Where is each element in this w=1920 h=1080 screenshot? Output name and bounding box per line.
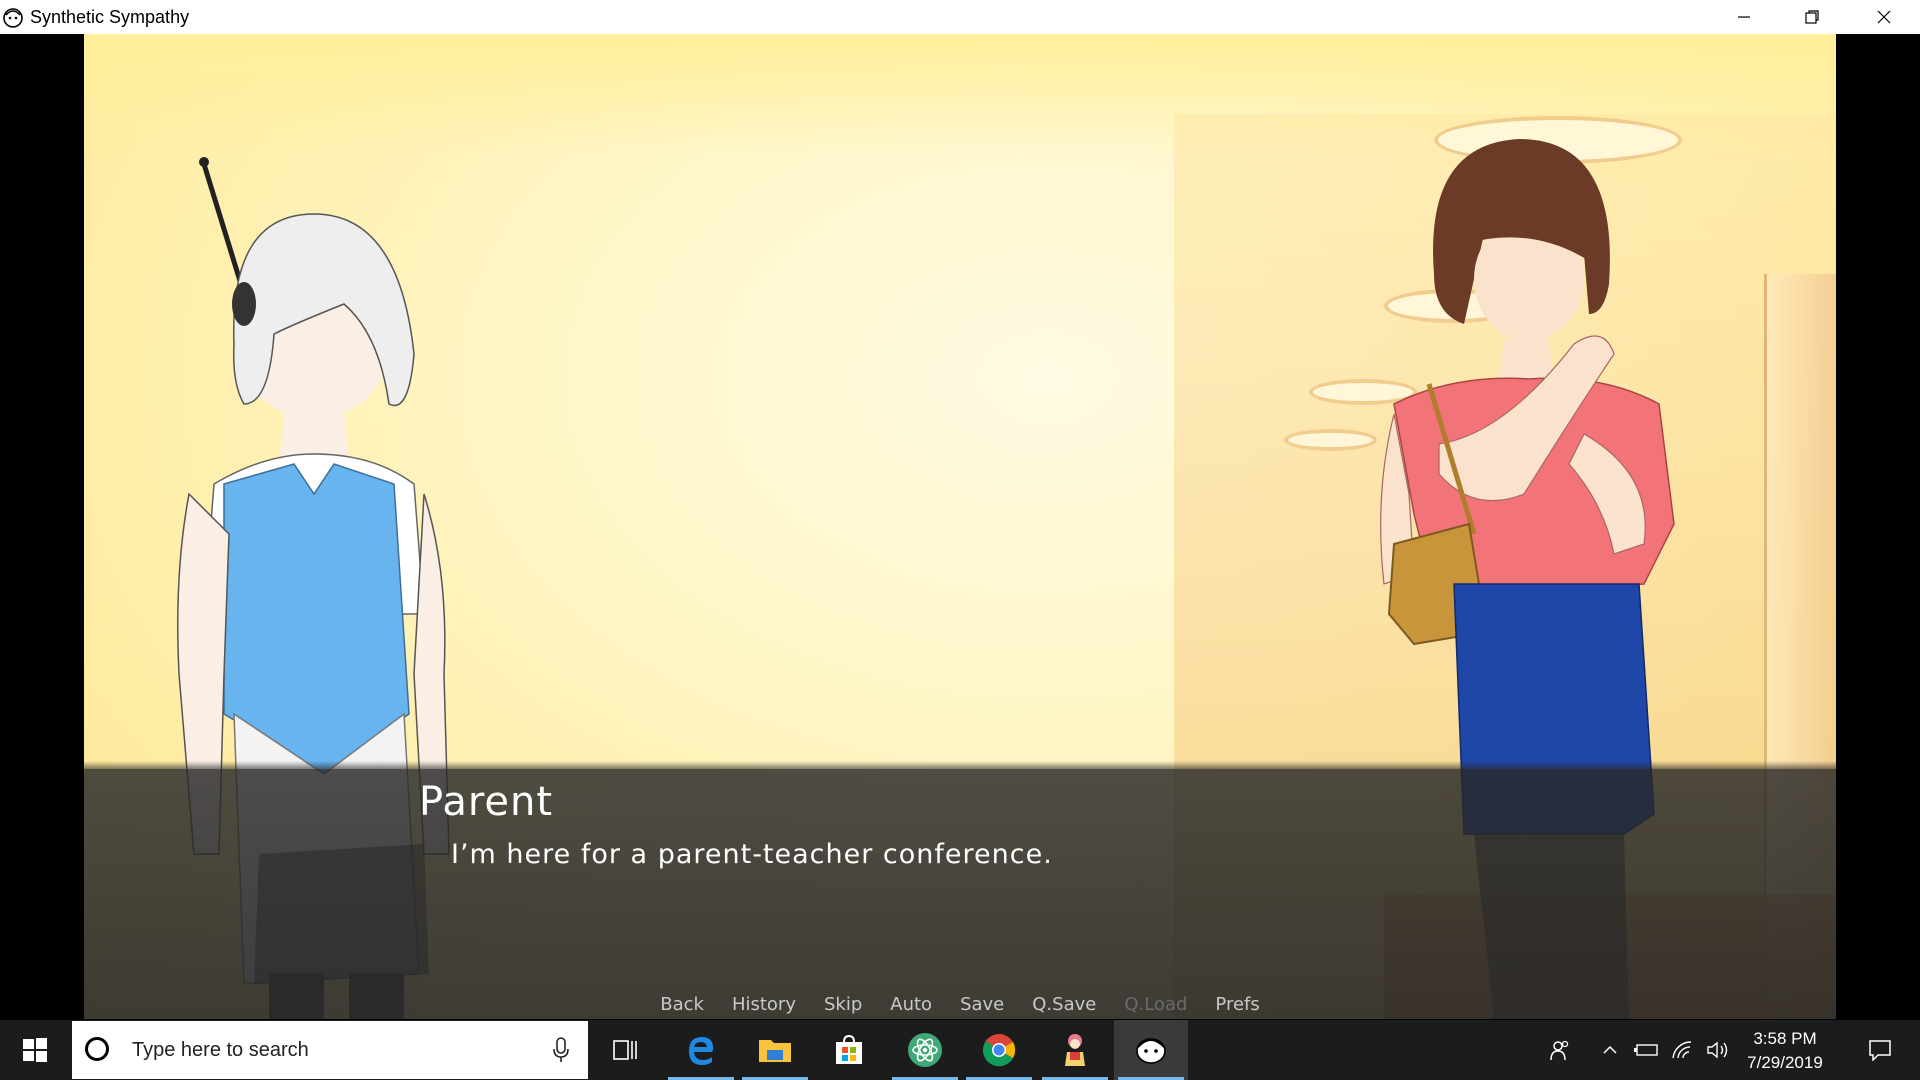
taskbar-store[interactable] xyxy=(812,1020,886,1080)
dialogue-text: I’m here for a parent-teacher conference… xyxy=(451,839,1053,870)
clock[interactable]: 3:58 PM 7/29/2019 xyxy=(1735,1020,1835,1080)
game-character-icon xyxy=(1065,1034,1085,1066)
wifi-button[interactable] xyxy=(1666,1020,1698,1080)
restore-icon xyxy=(1805,10,1819,24)
show-hidden-icons-button[interactable] xyxy=(1595,1020,1625,1080)
clock-time: 3:58 PM xyxy=(1753,1029,1817,1048)
synthetic-sympathy-icon xyxy=(1136,1038,1166,1064)
taskbar-file-explorer[interactable] xyxy=(738,1020,812,1080)
chrome-icon xyxy=(983,1034,1016,1067)
edge-icon xyxy=(689,1037,714,1065)
clock-date: 7/29/2019 xyxy=(1747,1053,1823,1072)
search-box[interactable]: Type here to search xyxy=(72,1021,588,1079)
search-placeholder: Type here to search xyxy=(132,1039,309,1061)
battery-icon xyxy=(1634,1044,1658,1056)
synthetic-sympathy-icon xyxy=(3,8,23,28)
battery-button[interactable] xyxy=(1630,1020,1662,1080)
quick-menu-skip[interactable]: Skip xyxy=(824,994,862,1018)
close-icon xyxy=(1877,10,1891,24)
task-view-button[interactable] xyxy=(588,1020,662,1080)
start-button[interactable] xyxy=(0,1020,70,1080)
window-title: Synthetic Sympathy xyxy=(30,7,190,27)
speaker-name: Parent xyxy=(419,779,554,825)
atom-icon xyxy=(908,1033,942,1067)
action-center-button[interactable] xyxy=(1850,1020,1910,1080)
quick-menu-save[interactable]: Save xyxy=(960,994,1004,1018)
taskbar-synthetic-sympathy[interactable] xyxy=(1114,1020,1188,1080)
minimize-button[interactable] xyxy=(1710,0,1778,34)
taskbar-game-character[interactable] xyxy=(1038,1020,1112,1080)
windows-logo-icon xyxy=(23,1038,47,1062)
minimize-icon xyxy=(1738,16,1750,18)
store-icon xyxy=(836,1034,862,1064)
quick-menu-prefs[interactable]: Prefs xyxy=(1215,994,1259,1018)
taskbar: Type here to search 3:58 PM 7/29/2019 xyxy=(0,1020,1920,1080)
game-viewport[interactable]: Parent I’m here for a parent-teacher con… xyxy=(84,34,1836,1019)
taskbar-chrome[interactable] xyxy=(962,1020,1036,1080)
quick-menu: Back History Skip Auto Save Q.Save Q.Loa… xyxy=(84,994,1836,1018)
window-title-bar: Synthetic Sympathy xyxy=(0,0,1920,34)
volume-button[interactable] xyxy=(1702,1020,1734,1080)
chevron-up-icon xyxy=(1603,1045,1617,1054)
action-center-icon xyxy=(1869,1040,1891,1061)
taskbar-edge[interactable] xyxy=(664,1020,738,1080)
cortana-icon xyxy=(85,1037,109,1061)
task-view-icon xyxy=(613,1040,637,1060)
taskbar-atom[interactable] xyxy=(888,1020,962,1080)
people-button[interactable] xyxy=(1540,1020,1580,1080)
quick-menu-history[interactable]: History xyxy=(732,994,796,1018)
people-icon xyxy=(1550,1040,1569,1061)
quick-menu-qsave[interactable]: Q.Save xyxy=(1032,994,1096,1018)
file-explorer-icon xyxy=(759,1040,791,1062)
microphone-icon[interactable] xyxy=(552,1037,570,1063)
dialogue-box[interactable]: Parent I’m here for a parent-teacher con… xyxy=(84,761,1836,1019)
quick-menu-back[interactable]: Back xyxy=(660,994,704,1018)
close-button[interactable] xyxy=(1850,0,1918,34)
wifi-icon xyxy=(1672,1041,1692,1059)
volume-icon xyxy=(1707,1041,1728,1059)
quick-menu-qload: Q.Load xyxy=(1124,994,1188,1015)
quick-menu-auto[interactable]: Auto xyxy=(890,994,932,1018)
restore-button[interactable] xyxy=(1778,0,1846,34)
